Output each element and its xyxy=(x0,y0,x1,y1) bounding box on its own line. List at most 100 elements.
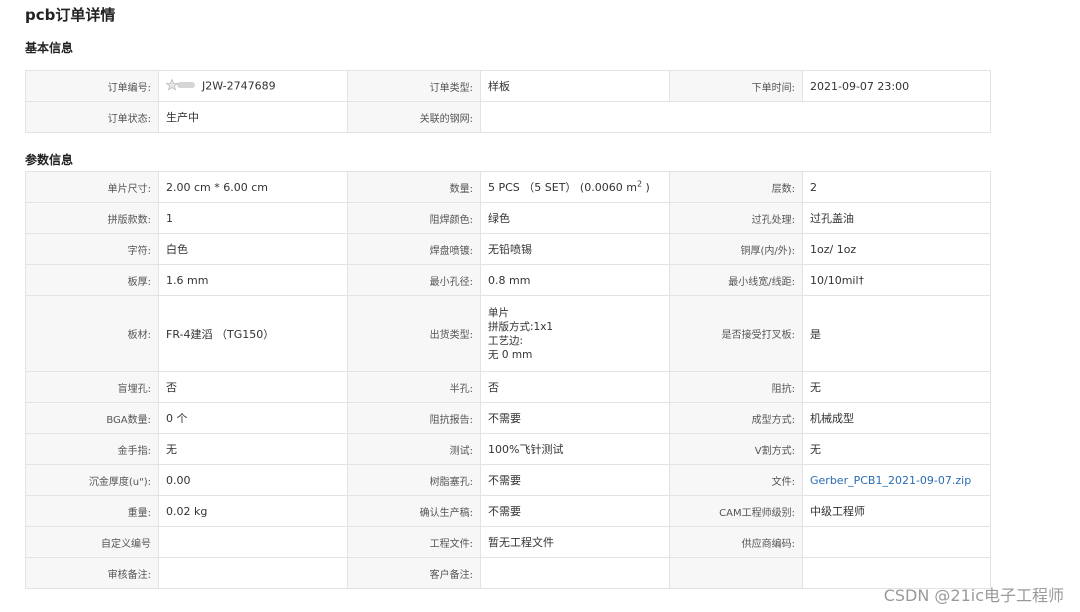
table-row: 拼版款数: 1 阻焊颜色: 绿色 过孔处理: 过孔盖油 xyxy=(25,202,991,234)
param-label: 自定义编号 xyxy=(25,526,159,558)
param-label: 半孔: xyxy=(347,371,481,403)
table-row: 审核备注: 客户备注: xyxy=(25,557,991,589)
section-title-basic: 基本信息 xyxy=(25,41,74,55)
param-value-file: Gerber_PCB1_2021-09-07.zip xyxy=(802,464,991,496)
param-label: 供应商编码: xyxy=(669,526,803,558)
param-label: 树脂塞孔: xyxy=(347,464,481,496)
order-no-cell: J2W-2747689 xyxy=(158,70,348,102)
table-row: 重量: 0.02 kg 确认生产稿: 不需要 CAM工程师级别: 中级工程师 xyxy=(25,495,991,527)
status-label: 订单状态: xyxy=(25,101,159,133)
table-row: 金手指: 无测试: 100%飞针测试 V割方式: 无 xyxy=(25,433,991,465)
param-value: 白色 xyxy=(158,233,348,265)
page-title: pcb订单详情 xyxy=(25,6,116,24)
param-value: 1 xyxy=(158,202,348,234)
param-value: 0.00 xyxy=(158,464,348,496)
param-label: 阻焊颜色: xyxy=(347,202,481,234)
param-value: 10/10mil† xyxy=(802,264,991,296)
param-label: 最小孔径: xyxy=(347,264,481,296)
order-no-label: 订单编号: xyxy=(25,70,159,102)
param-value xyxy=(480,557,670,589)
gerber-file-link[interactable]: Gerber_PCB1_2021-09-07.zip xyxy=(810,474,971,487)
param-label: 过孔处理: xyxy=(669,202,803,234)
table-row: BGA数量: 0 个阻抗报告: 不需要 成型方式: 机械成型 xyxy=(25,402,991,434)
param-value: 0.8 mm xyxy=(480,264,670,296)
shipping-line: 拼版方式:1x1 xyxy=(488,320,554,333)
param-value: 是 xyxy=(802,295,991,372)
param-label: 数量: xyxy=(347,171,481,203)
table-row: 订单编号: J2W-2747689 订单类型: 样板 下单时间: 2021-09… xyxy=(25,70,991,102)
status-value: 生产中 xyxy=(158,101,348,133)
param-label xyxy=(669,557,803,589)
basic-info-table: 订单编号: J2W-2747689 订单类型: 样板 下单时间: 2021-09… xyxy=(25,70,991,133)
param-label: BGA数量: xyxy=(25,402,159,434)
param-value: 过孔盖油 xyxy=(802,202,991,234)
param-value: FR-4建滔 （TG150） xyxy=(158,295,348,372)
shipping-line: 无 0 mm xyxy=(488,348,533,361)
param-value: 0.02 kg xyxy=(158,495,348,527)
param-value xyxy=(158,526,348,558)
param-value: 不需要 xyxy=(480,464,670,496)
table-row: 盲埋孔: 否半孔: 否阻抗: 无 xyxy=(25,371,991,403)
param-value: 不需要 xyxy=(480,495,670,527)
quantity-tail: ) xyxy=(642,181,650,194)
param-label: 沉金厚度(u"): xyxy=(25,464,159,496)
param-value: 无 xyxy=(158,433,348,465)
table-row: 板材: FR-4建滔 （TG150） 出货类型: 单片 拼版方式:1x1 工艺边: 无 0 … xyxy=(25,295,991,372)
param-label: 阻抗报告: xyxy=(347,402,481,434)
param-value: 100%飞针测试 xyxy=(480,433,670,465)
param-label: 盲埋孔: xyxy=(25,371,159,403)
param-value: 0 个 xyxy=(158,402,348,434)
param-value: 无 xyxy=(802,433,991,465)
order-type-value: 样板 xyxy=(480,70,670,102)
param-value: 机械成型 xyxy=(802,402,991,434)
table-row: 单片尺寸: 2.00 cm * 6.00 cm 数量: 5 PCS （5 SET） (… xyxy=(25,171,991,203)
table-row: 自定义编号 工程文件: 暂无工程文件 供应商编码: xyxy=(25,526,991,558)
section-title-params: 参数信息 xyxy=(25,153,74,167)
stencil-value xyxy=(480,101,991,133)
quantity-text: 5 PCS （5 SET） (0.0060 m xyxy=(488,181,637,194)
param-value xyxy=(158,557,348,589)
param-value: 1.6 mm xyxy=(158,264,348,296)
param-label: 工程文件: xyxy=(347,526,481,558)
param-value: 否 xyxy=(158,371,348,403)
param-label: 客户备注: xyxy=(347,557,481,589)
order-time-label: 下单时间: xyxy=(669,70,803,102)
params-table: 单片尺寸: 2.00 cm * 6.00 cm 数量: 5 PCS （5 SET） (… xyxy=(25,171,991,589)
param-label: 板材: xyxy=(25,295,159,372)
param-label: 最小线宽/线距: xyxy=(669,264,803,296)
param-value: 否 xyxy=(480,371,670,403)
param-value: 2.00 cm * 6.00 cm xyxy=(158,171,348,203)
order-no-value: J2W-2747689 xyxy=(202,79,276,92)
table-row: 沉金厚度(u"): 0.00 树脂塞孔: 不需要 文件: Gerber_PCB1_2021… xyxy=(25,464,991,496)
param-label: 文件: xyxy=(669,464,803,496)
param-value: 无铅喷锡 xyxy=(480,233,670,265)
param-label: 字符: xyxy=(25,233,159,265)
param-value: 绿色 xyxy=(480,202,670,234)
param-value: 无 xyxy=(802,371,991,403)
table-row: 板厚: 1.6 mm 最小孔径: 0.8 mm 最小线宽/线距: 10/10mil† xyxy=(25,264,991,296)
param-value: 2 xyxy=(802,171,991,203)
param-label: 板厚: xyxy=(25,264,159,296)
param-value: 中级工程师 xyxy=(802,495,991,527)
order-time-value: 2021-09-07 23:00 xyxy=(802,70,991,102)
param-value: 1oz/ 1oz xyxy=(802,233,991,265)
param-value-shipping: 单片 拼版方式:1x1 工艺边: 无 0 mm xyxy=(480,295,670,372)
table-row: 订单状态: 生产中 关联的钢网: xyxy=(25,101,991,133)
param-label: 审核备注: xyxy=(25,557,159,589)
param-value: 不需要 xyxy=(480,402,670,434)
watermark: CSDN @21ic电子工程师 xyxy=(883,586,1064,605)
param-label: 金手指: xyxy=(25,433,159,465)
param-label: 是否接受打叉板: xyxy=(669,295,803,372)
param-label: 确认生产稿: xyxy=(347,495,481,527)
param-value: 暂无工程文件 xyxy=(480,526,670,558)
param-label: 焊盘喷镀: xyxy=(347,233,481,265)
param-label: 测试: xyxy=(347,433,481,465)
param-label: 出货类型: xyxy=(347,295,481,372)
param-label: 拼版款数: xyxy=(25,202,159,234)
param-label: 重量: xyxy=(25,495,159,527)
shipping-line: 工艺边: xyxy=(488,334,524,347)
param-value-quantity: 5 PCS （5 SET） (0.0060 m2 ) xyxy=(480,171,670,203)
param-value xyxy=(802,526,991,558)
stencil-label: 关联的钢网: xyxy=(347,101,481,133)
param-label: 铜厚(内/外): xyxy=(669,233,803,265)
